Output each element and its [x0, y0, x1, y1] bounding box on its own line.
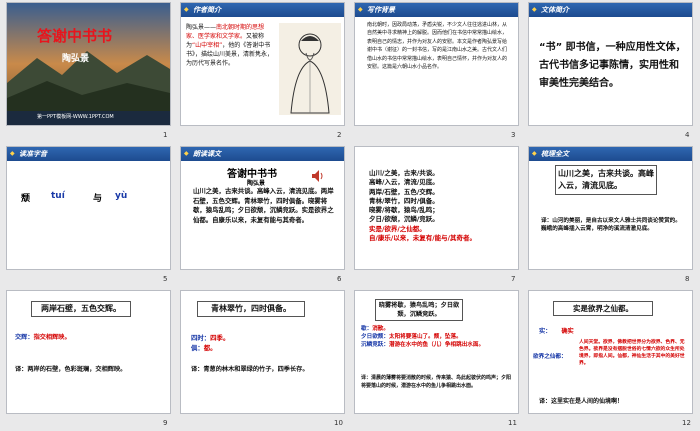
rhythm-line: 夕日/欲颓，沉鳞/竞跃。 — [369, 215, 439, 224]
slide-number-1: 1 — [163, 131, 168, 139]
slide-header: 写作背景 — [355, 3, 518, 17]
slide-thumbnail-8[interactable]: 梳理全文 山川之美，古来共谈。高峰入云，清流见底。 译：山河的美丽，是自古以来文… — [528, 146, 693, 270]
author-portrait-image — [279, 23, 341, 115]
slide-number-11: 11 — [508, 419, 517, 427]
slide-thumbnail-9[interactable]: 两岸石壁，五色交辉。 交辉：指交相辉映。 译：两岸的石壁，色彩斑斓，交相辉映。 — [6, 290, 171, 414]
slide-thumbnail-6[interactable]: 朗读课文 答谢中书书 陶弘景 山川之美，古来共谈。高峰入云，清流见底。两岸石壁，… — [180, 146, 345, 270]
annotation-2-text: 人间天堂。欲界，佛教把世界分为欲界、色界、无色界。欲界是没有摆脱世俗的七情六欲的… — [579, 340, 685, 366]
rhythm-line: 两岸/石壁，五色/交辉。 — [369, 187, 439, 196]
slide-thumbnail-1[interactable]: 答谢中书书 陶弘景 第一PPT模板网-WWW.1PPT.COM — [6, 2, 171, 126]
quote-box: 晓雾将歇，猿鸟乱鸣；夕日欲颓，沉鳞竞跃。 — [375, 299, 463, 321]
slide-number-5: 5 — [163, 275, 168, 283]
quote-box: 两岸石壁，五色交辉。 — [31, 301, 131, 317]
translation-text: 译：两岸的石壁，色彩斑斓，交相辉映。 — [15, 366, 127, 373]
slide-number-4: 4 — [685, 131, 690, 139]
rhythm-line-highlight: 实是/欲界/之仙都。 — [369, 224, 426, 233]
slide-number-7: 7 — [511, 275, 516, 283]
slide-header: 朗读课文 — [181, 147, 344, 161]
slide-title: 答谢中书书 — [37, 27, 113, 45]
slide-author: 陶弘景 — [62, 54, 90, 64]
annotation: 歇：消散。 夕日欲颓：太阳将要落山了。颓，坠落。 沉鳞竞跃：潜游在水中的鱼（儿）… — [361, 326, 485, 349]
pinyin-1: tuí — [51, 191, 65, 201]
quote-box: 实是欲界之仙都。 — [553, 301, 653, 316]
annotation: 交辉：指交相辉映。 — [15, 334, 71, 341]
rhythm-lines: 山川/之美，古来/共谈。 高峰/入云，清流/见底。 两岸/石壁，五色/交辉。 青… — [369, 169, 476, 243]
rhythm-line-highlight: 自/康乐/以来，未复有/能与/其奇者。 — [369, 234, 476, 243]
slide-header: 文体简介 — [529, 3, 692, 17]
slide-header: 作者简介 — [181, 3, 344, 17]
slide-thumbnail-12[interactable]: 实是欲界之仙都。 实： 确实 欲界之仙都： 人间天堂。欲界，佛教把世界分为欲界、色… — [528, 290, 693, 414]
slide-number-2: 2 — [337, 131, 342, 139]
poem-author: 陶弘景 — [247, 180, 266, 187]
slide-number-12: 12 — [682, 419, 691, 427]
slide-number-6: 6 — [337, 275, 342, 283]
character-1: 颓 — [21, 194, 31, 204]
poem-text: 山川之美，古来共谈。高峰入云，清流见底。两岸石壁，五色交辉。青林翠竹，四时俱备。… — [193, 187, 334, 224]
slide-header: 梳理全文 — [529, 147, 692, 161]
rhythm-line: 高峰/入云，清流/见底。 — [369, 178, 439, 187]
slide-thumbnail-4[interactable]: 文体简介 “书” 即书信，一种应用性文体，古代书信多记事陈情，实用性和审美性完美… — [528, 2, 693, 126]
translation-text: 译：山河的美丽，是自古以来文人雅士共同谈论赞赏的。巍峨的高峰插入云霄，明净的溪流… — [541, 218, 681, 233]
quote-box: 青林翠竹，四时俱备。 — [197, 301, 305, 317]
slide-number-8: 8 — [685, 275, 690, 283]
slide-thumbnail-5[interactable]: 读准字音 颓 tuí 与 yù — [6, 146, 171, 270]
pinyin-2: yù — [115, 191, 128, 201]
translation-text: 译：清晨的薄雾将要消散的时候，传来猿、鸟此起彼伏的鸣声；夕阳将要落山的时候，潜游… — [361, 375, 512, 389]
quote-box: 山川之美，古来共谈。高峰入云，清流见底。 — [555, 165, 657, 195]
translation-text: 译：这里实在是人间的仙境啊！ — [539, 398, 624, 405]
slide-number-9: 9 — [163, 419, 168, 427]
translation-text: 译：青葱的林木和翠绿的竹子，四季长存。 — [191, 366, 309, 373]
slide-thumbnail-7[interactable]: 山川/之美，古来/共谈。 高峰/入云，清流/见底。 两岸/石壁，五色/交辉。 青… — [354, 146, 519, 270]
character-2: 与 — [93, 194, 103, 204]
background-text: 南北朝时，因政局动荡，矛盾尖锐，不少文人往往逃进山林，从自然美中寻求精神上的解脱… — [367, 22, 508, 71]
slide-number-3: 3 — [511, 131, 516, 139]
annotation: 四时：四季。 俱：都。 — [191, 334, 230, 352]
slide-header: 读准字音 — [7, 147, 170, 161]
speaker-icon[interactable] — [311, 169, 325, 183]
slide-number-10: 10 — [334, 419, 343, 427]
annotation-2-label: 欲界之仙都： — [533, 354, 567, 360]
genre-text: “书” 即书信，一种应用性文体，古代书信多记事陈情，实用性和审美性完美结合。 — [539, 42, 686, 89]
mountain-landscape-image — [7, 3, 170, 125]
slide-thumbnail-2[interactable]: 作者简介 陶弘景——南北朝时期的思想家、医学家和文学家。又被称为“山中宰相”，他… — [180, 2, 345, 126]
annotation-1: 实： 确实 — [539, 328, 574, 335]
rhythm-line: 青林/翠竹，四时/俱备。 — [369, 196, 439, 205]
rhythm-line: 山川/之美，古来/共谈。 — [369, 169, 439, 177]
slide-thumbnail-10[interactable]: 青林翠竹，四时俱备。 四时：四季。 俱：都。 译：青葱的林木和翠绿的竹子，四季长… — [180, 290, 345, 414]
slide-sorter-grid: 答谢中书书 陶弘景 第一PPT模板网-WWW.1PPT.COM 1 作者简介 陶… — [0, 0, 700, 431]
author-bio: 陶弘景——南北朝时期的思想家、医学家和文学家。又被称为“山中宰相”，他的《答谢中… — [186, 24, 274, 67]
slide-footer: 第一PPT模板网-WWW.1PPT.COM — [37, 114, 114, 120]
slide-thumbnail-11[interactable]: 晓雾将歇，猿鸟乱鸣；夕日欲颓，沉鳞竞跃。 歇：消散。 夕日欲颓：太阳将要落山了。… — [354, 290, 519, 414]
slide-thumbnail-3[interactable]: 写作背景 南北朝时，因政局动荡，矛盾尖锐，不少文人往往逃进山林，从自然美中寻求精… — [354, 2, 519, 126]
